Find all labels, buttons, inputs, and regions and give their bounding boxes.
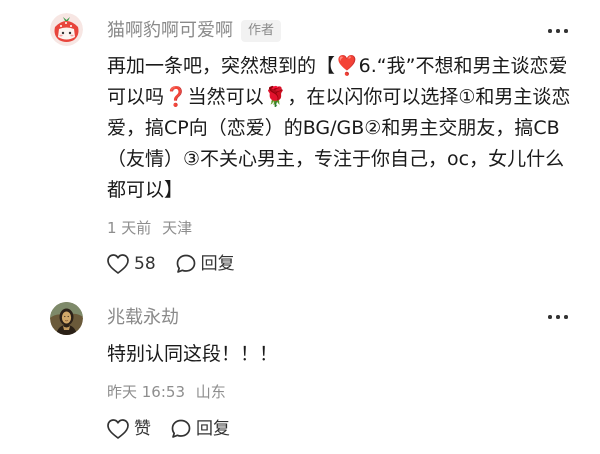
comment-text: 再加一条吧，突然想到的【❣️6.“我”不想和男主谈恋爱可以吗❓当然可以🌹，在以闪… <box>107 55 571 201</box>
more-dots-icon <box>548 315 552 319</box>
author-name[interactable]: 猫啊豹啊可爱啊 <box>107 16 233 46</box>
speech-bubble-icon <box>171 419 191 438</box>
more-options-button[interactable] <box>538 305 578 329</box>
portrait-avatar-icon <box>50 302 83 335</box>
author-name[interactable]: 兆载永劫 <box>107 303 179 333</box>
comment-meta: 昨天 16:53 山东 <box>107 382 226 402</box>
comment-location: 天津 <box>162 219 193 237</box>
more-options-button[interactable] <box>538 19 578 43</box>
comment-time: 昨天 16:53 <box>107 383 185 401</box>
reply-button[interactable]: 回复 <box>175 251 235 277</box>
speech-bubble-icon <box>176 254 195 273</box>
comment-actions: 赞 回复 <box>106 416 249 442</box>
like-count: 58 <box>134 254 156 274</box>
heart-outline-icon <box>107 419 129 439</box>
reply-label: 回复 <box>200 254 235 274</box>
heart-outline-icon <box>107 254 129 274</box>
avatar[interactable] <box>50 302 83 335</box>
comment-header: 兆载永劫 <box>107 303 179 333</box>
comment-time: 1 天前 <box>107 219 152 237</box>
reply-button[interactable]: 回复 <box>170 416 230 442</box>
comment-text: 特别认同这段！！！ <box>107 343 279 365</box>
reply-label: 回复 <box>196 419 230 439</box>
more-dots-icon <box>548 29 552 33</box>
strawberry-cat-avatar-icon <box>50 13 83 46</box>
author-badge: 作者 <box>241 20 282 42</box>
comment-meta: 1 天前 天津 <box>107 218 192 238</box>
comment-header: 猫啊豹啊可爱啊 作者 <box>107 16 282 46</box>
like-button[interactable]: 赞 <box>106 416 151 442</box>
like-label: 赞 <box>134 419 151 439</box>
comment-actions: 58 回复 <box>106 251 254 277</box>
comment-location: 山东 <box>195 383 226 401</box>
like-button[interactable]: 58 <box>106 251 156 277</box>
avatar[interactable] <box>50 13 83 46</box>
